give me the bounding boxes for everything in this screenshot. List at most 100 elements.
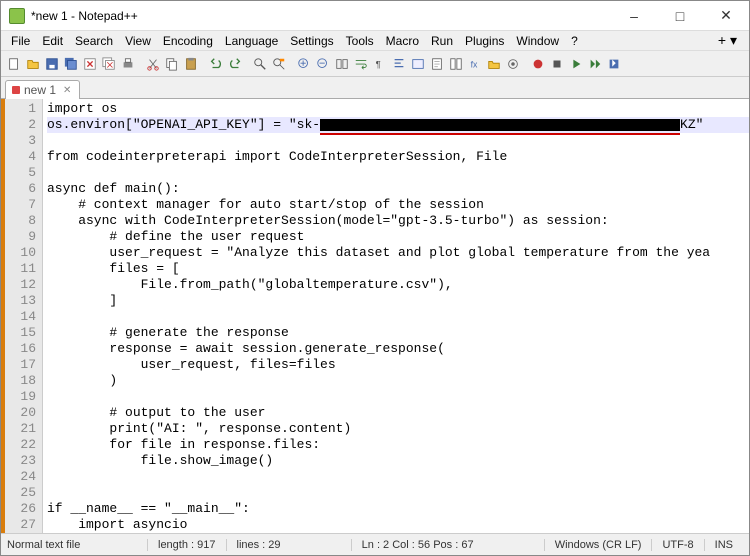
zoom-out-icon[interactable] [314,55,332,73]
stop-macro-icon[interactable] [548,55,566,73]
code-line[interactable]: response = await session.generate_respon… [47,341,749,357]
code-area[interactable]: import osos.environ["OPENAI_API_KEY"] = … [43,99,749,533]
line-number: 22 [5,437,36,453]
undo-icon[interactable] [207,55,225,73]
code-line[interactable]: from codeinterpreterapi import CodeInter… [47,149,749,165]
zoom-in-icon[interactable] [295,55,313,73]
menu-plugins[interactable]: Plugins [459,33,510,49]
status-mode[interactable]: INS [704,539,743,551]
tab-new1[interactable]: new 1 ✕ [5,80,80,99]
code-line[interactable]: # generate the response [47,325,749,341]
line-number: 1 [5,101,36,117]
code-line[interactable]: import os [47,101,749,117]
line-number: 11 [5,261,36,277]
record-macro-icon[interactable] [529,55,547,73]
indent-guide-icon[interactable] [390,55,408,73]
code-line[interactable] [47,165,749,181]
play-macro-icon[interactable] [567,55,585,73]
menu-macro[interactable]: Macro [380,33,425,49]
line-gutter: 1234567891011121314151617181920212223242… [5,99,43,533]
print-icon[interactable] [119,55,137,73]
monitor-icon[interactable] [504,55,522,73]
cut-icon[interactable] [144,55,162,73]
code-line[interactable]: ] [47,293,749,309]
code-line[interactable]: print("AI: ", response.content) [47,421,749,437]
menu-overflow[interactable]: + ▾ [710,32,745,49]
code-line[interactable] [47,309,749,325]
menu-file[interactable]: File [5,33,36,49]
doc-map-icon[interactable] [428,55,446,73]
code-line[interactable]: ) [47,373,749,389]
close-all-icon[interactable] [100,55,118,73]
function-list-icon[interactable]: fx [466,55,484,73]
code-line[interactable]: for file in response.files: [47,437,749,453]
find-icon[interactable] [251,55,269,73]
statusbar: Normal text file length : 917 lines : 29… [1,533,749,555]
doc-list-icon[interactable] [447,55,465,73]
menu-language[interactable]: Language [219,33,284,49]
code-line[interactable]: File.from_path("globaltemperature.csv"), [47,277,749,293]
menu-search[interactable]: Search [69,33,119,49]
code-line[interactable]: files = [ [47,261,749,277]
menu-tools[interactable]: Tools [340,33,380,49]
line-number: 3 [5,133,36,149]
editor[interactable]: 1234567891011121314151617181920212223242… [1,99,749,533]
menu-help[interactable]: ? [565,33,584,49]
new-file-icon[interactable] [5,55,23,73]
minimize-button[interactable]: – [611,1,657,30]
window-title: *new 1 - Notepad++ [31,9,611,23]
folder-view-icon[interactable] [485,55,503,73]
line-number: 18 [5,373,36,389]
tabbar: new 1 ✕ [1,77,749,99]
code-line[interactable] [47,133,749,149]
menu-encoding[interactable]: Encoding [157,33,219,49]
status-filetype: Normal text file [7,539,147,551]
play-multi-icon[interactable] [586,55,604,73]
word-wrap-icon[interactable] [352,55,370,73]
paste-icon[interactable] [182,55,200,73]
menu-view[interactable]: View [119,33,157,49]
status-eol[interactable]: Windows (CR LF) [544,539,652,551]
tab-close-icon[interactable]: ✕ [63,85,71,96]
menu-window[interactable]: Window [510,33,565,49]
code-line[interactable] [47,485,749,501]
line-number: 23 [5,453,36,469]
code-line[interactable]: # output to the user [47,405,749,421]
code-line[interactable]: import asyncio [47,517,749,533]
code-line[interactable]: async with CodeInterpreterSession(model=… [47,213,749,229]
status-encoding[interactable]: UTF-8 [651,539,703,551]
copy-icon[interactable] [163,55,181,73]
menu-edit[interactable]: Edit [36,33,69,49]
line-number: 13 [5,293,36,309]
code-line[interactable]: async def main(): [47,181,749,197]
code-line[interactable]: user_request = "Analyze this dataset and… [47,245,749,261]
menu-run[interactable]: Run [425,33,459,49]
line-number: 24 [5,469,36,485]
save-macro-icon[interactable] [605,55,623,73]
save-icon[interactable] [43,55,61,73]
code-line[interactable]: # context manager for auto start/stop of… [47,197,749,213]
save-all-icon[interactable] [62,55,80,73]
close-button[interactable]: ✕ [703,1,749,30]
tab-label: new 1 [24,83,56,97]
user-lang-icon[interactable] [409,55,427,73]
svg-text:¶: ¶ [376,59,381,70]
code-line[interactable]: user_request, files=files [47,357,749,373]
redo-icon[interactable] [226,55,244,73]
code-line[interactable]: if __name__ == "__main__": [47,501,749,517]
line-number: 6 [5,181,36,197]
code-line[interactable] [47,389,749,405]
close-file-icon[interactable] [81,55,99,73]
show-all-chars-icon[interactable]: ¶ [371,55,389,73]
status-position: Ln : 2 Col : 56 Pos : 67 [351,539,484,551]
maximize-button[interactable]: □ [657,1,703,30]
code-line[interactable]: # define the user request [47,229,749,245]
code-line[interactable]: os.environ["OPENAI_API_KEY"] = "sk-KZ" [47,117,749,133]
code-line[interactable] [47,469,749,485]
replace-icon[interactable] [270,55,288,73]
sync-scroll-icon[interactable] [333,55,351,73]
open-file-icon[interactable] [24,55,42,73]
code-line[interactable]: file.show_image() [47,453,749,469]
line-number: 15 [5,325,36,341]
menu-settings[interactable]: Settings [284,33,339,49]
